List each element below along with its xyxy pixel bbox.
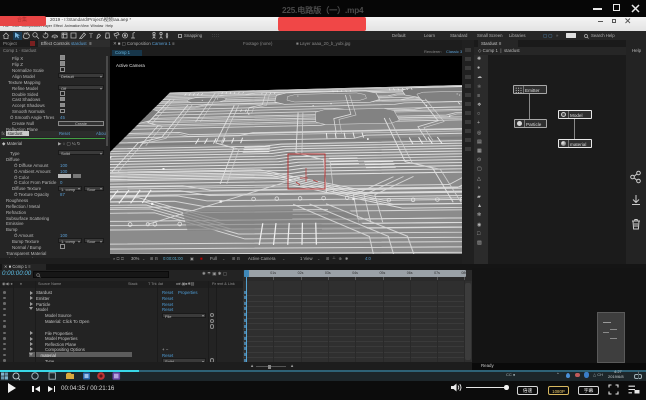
svg-text:T: T (89, 33, 93, 39)
